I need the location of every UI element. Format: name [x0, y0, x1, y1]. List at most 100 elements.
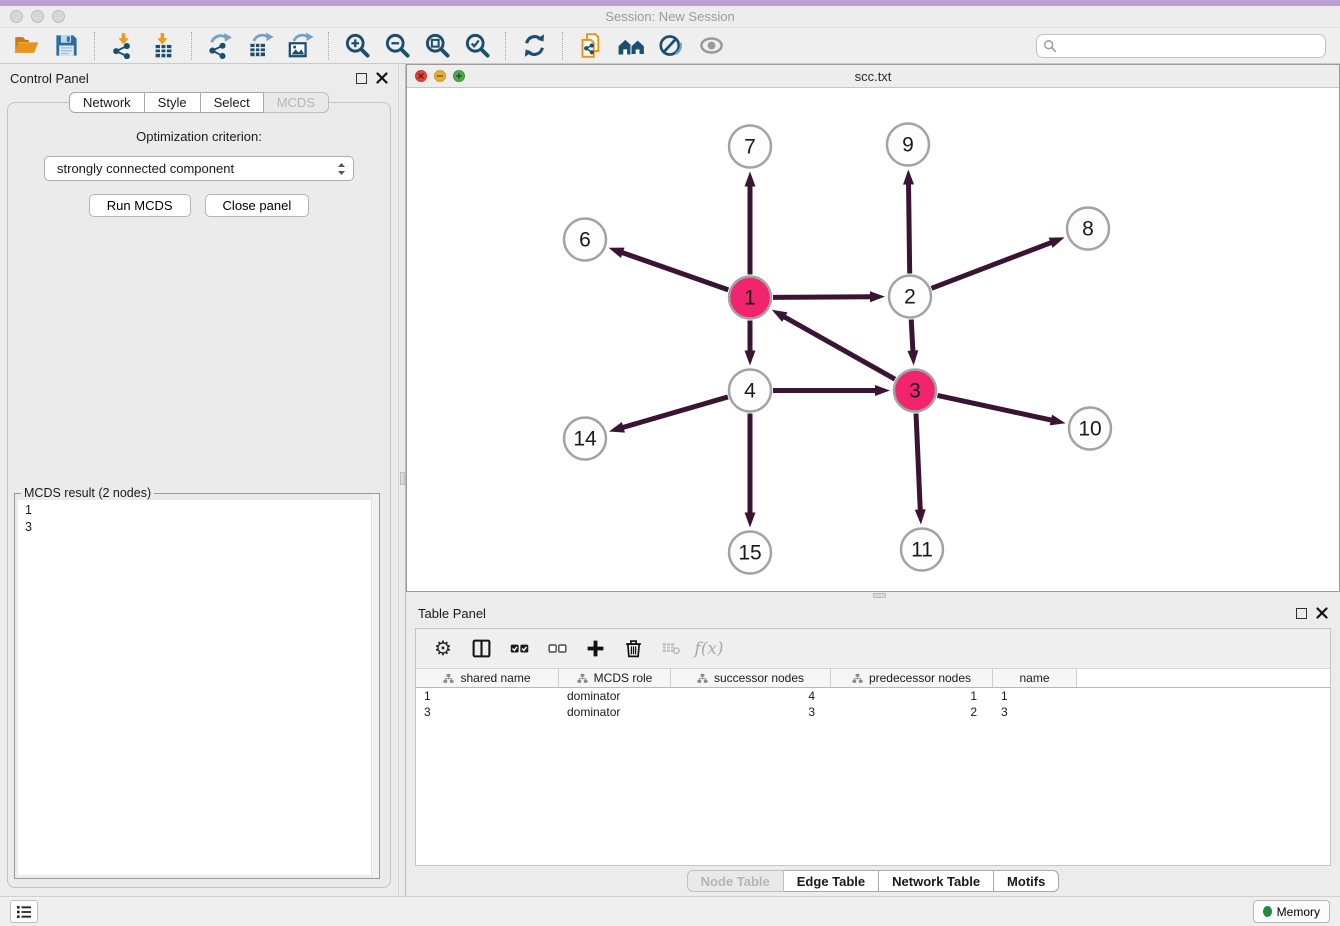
result-scrollbar[interactable] — [371, 494, 379, 878]
delete-column-button[interactable] — [616, 633, 650, 665]
tab-node-table[interactable]: Node Table — [687, 870, 784, 892]
tab-network-table[interactable]: Network Table — [879, 870, 994, 892]
graph-edge-1-6[interactable] — [621, 252, 728, 290]
graph-node-14[interactable]: 14 — [564, 418, 606, 460]
export-image-button[interactable] — [280, 30, 320, 62]
table-row[interactable]: 3dominator323 — [416, 704, 1330, 720]
graph-edge-3-1[interactable] — [783, 316, 895, 379]
column-header-label: successor nodes — [714, 671, 804, 685]
tab-select[interactable]: Select — [201, 92, 264, 113]
graph-node-6[interactable]: 6 — [564, 219, 606, 261]
table-cell[interactable]: 1 — [831, 689, 993, 703]
add-column-button[interactable] — [578, 633, 612, 665]
table-cell[interactable]: 1 — [416, 689, 559, 703]
tab-motifs[interactable]: Motifs — [994, 870, 1059, 892]
close-panel-icon[interactable] — [1316, 607, 1328, 619]
graph-edge-arrowhead — [745, 351, 756, 366]
table-row[interactable]: 1dominator411 — [416, 688, 1330, 704]
graph-edge-2-3[interactable] — [911, 319, 913, 352]
table-cell[interactable]: 3 — [671, 705, 831, 719]
table-cell[interactable]: 1 — [993, 689, 1077, 703]
mcds-result-text[interactable]: 1 3 — [18, 500, 376, 875]
close-panel-button[interactable]: Close panel — [205, 194, 310, 217]
table-panel: Table Panel ⚙ — [406, 600, 1340, 896]
import-network-button[interactable] — [103, 30, 143, 62]
column-header-filler — [1077, 669, 1330, 687]
tab-network[interactable]: Network — [69, 92, 145, 113]
graph-node-8[interactable]: 8 — [1067, 208, 1109, 250]
columns-icon — [471, 638, 492, 659]
table-cell[interactable]: 3 — [993, 705, 1077, 719]
tab-edge-table[interactable]: Edge Table — [784, 870, 879, 892]
column-sort-icon — [443, 673, 454, 684]
function-builder-button[interactable]: f(x) — [692, 633, 726, 665]
graph-node-4[interactable]: 4 — [729, 370, 771, 412]
splitter-grip[interactable] — [873, 593, 886, 598]
table-cell[interactable]: dominator — [559, 689, 671, 703]
tab-style[interactable]: Style — [145, 92, 201, 113]
graph-edge-1-2[interactable] — [773, 297, 872, 298]
graph-node-7[interactable]: 7 — [729, 126, 771, 168]
column-header-predecessor-nodes[interactable]: predecessor nodes — [831, 669, 993, 687]
zoom-in-button[interactable] — [337, 30, 377, 62]
graph-edge-3-11[interactable] — [916, 413, 920, 511]
open-session-button[interactable] — [6, 30, 46, 62]
export-network-button[interactable] — [200, 30, 240, 62]
memory-button[interactable]: Memory — [1253, 900, 1330, 923]
search-input[interactable] — [1036, 34, 1326, 58]
toolbar-separator — [505, 32, 506, 60]
vertical-splitter[interactable] — [398, 64, 406, 896]
splitter-grip[interactable] — [400, 472, 405, 485]
delete-table-button[interactable] — [654, 633, 688, 665]
save-session-button[interactable] — [46, 30, 86, 62]
table-tabs: Node TableEdge TableNetwork TableMotifs — [406, 866, 1340, 896]
column-layout-button[interactable] — [464, 633, 498, 665]
graph-node-9[interactable]: 9 — [887, 124, 929, 166]
column-header-successor-nodes[interactable]: successor nodes — [671, 669, 831, 687]
graph-node-11[interactable]: 11 — [901, 529, 943, 571]
layout-houses-button[interactable] — [611, 30, 651, 62]
deselect-all-columns-button[interactable] — [540, 633, 574, 665]
table-cell[interactable]: 2 — [831, 705, 993, 719]
graph-edge-4-14[interactable] — [621, 397, 727, 428]
import-table-button[interactable] — [143, 30, 183, 62]
table-settings-button[interactable]: ⚙ — [426, 633, 460, 665]
graph-node-3[interactable]: 3 — [894, 370, 936, 412]
float-panel-icon[interactable] — [1296, 608, 1307, 619]
graph-edge-2-8[interactable] — [931, 242, 1052, 288]
svg-text:14: 14 — [573, 428, 597, 451]
column-header-MCDS-role[interactable]: MCDS role — [559, 669, 671, 687]
graph-edge-2-9[interactable] — [909, 182, 910, 273]
refresh-button[interactable] — [514, 30, 554, 62]
criterion-dropdown[interactable]: strongly connected component — [44, 156, 354, 181]
graph-node-1[interactable]: 1 — [729, 277, 771, 319]
run-mcds-button[interactable]: Run MCDS — [89, 194, 191, 217]
horizontal-splitter[interactable] — [406, 592, 1340, 600]
clone-network-button[interactable] — [571, 30, 611, 62]
show-graphics-details-button[interactable] — [691, 30, 731, 62]
close-panel-icon[interactable] — [376, 72, 388, 84]
graph-node-2[interactable]: 2 — [889, 276, 931, 318]
graph-edge-arrowhead — [609, 248, 625, 258]
hide-graphics-details-button[interactable] — [651, 30, 691, 62]
graph-node-10[interactable]: 10 — [1069, 408, 1111, 450]
column-header-name[interactable]: name — [993, 669, 1077, 687]
optimization-criterion-label: Optimization criterion: — [8, 129, 390, 144]
task-history-button[interactable] — [10, 900, 38, 923]
zoom-fit-button[interactable] — [417, 30, 457, 62]
column-header-shared-name[interactable]: shared name — [416, 669, 559, 687]
graph-node-15[interactable]: 15 — [729, 532, 771, 574]
zoom-out-button[interactable] — [377, 30, 417, 62]
graph-edge-3-10[interactable] — [937, 395, 1052, 420]
network-canvas[interactable]: 7 9 6 8 1 2 4 3 14 10 15 11 — [407, 88, 1339, 591]
tab-mcds[interactable]: MCDS — [264, 92, 329, 113]
zoom-selected-button[interactable] — [457, 30, 497, 62]
float-panel-icon[interactable] — [356, 73, 367, 84]
select-all-columns-button[interactable] — [502, 633, 536, 665]
export-table-button[interactable] — [240, 30, 280, 62]
toolbar-separator — [328, 32, 329, 60]
table-cell[interactable]: 3 — [416, 705, 559, 719]
table-cell[interactable]: dominator — [559, 705, 671, 719]
table-cell[interactable]: 4 — [671, 689, 831, 703]
graph-edge-arrowhead — [745, 513, 756, 528]
